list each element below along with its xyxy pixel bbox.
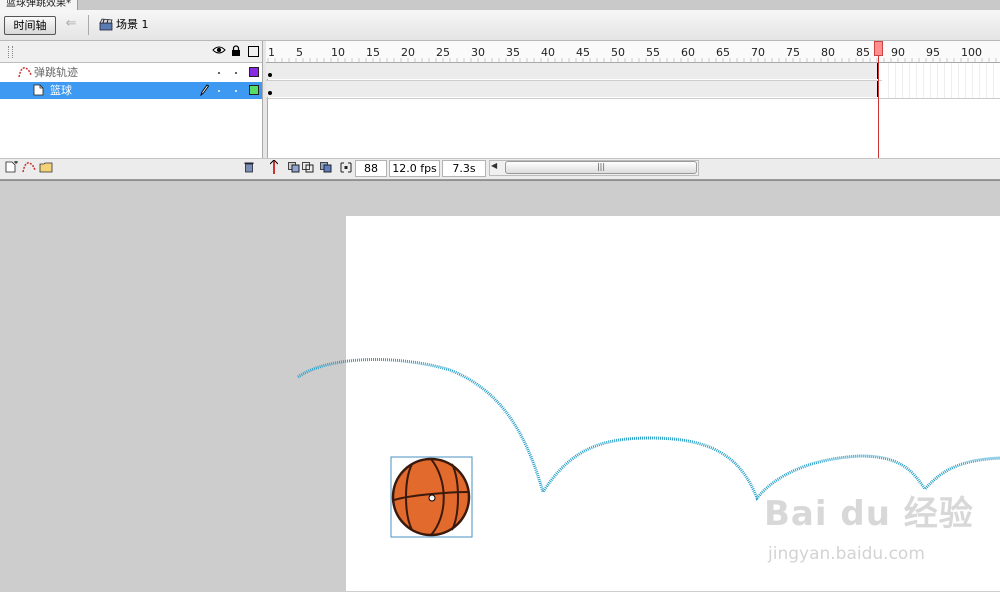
new-folder-icon[interactable] xyxy=(39,161,53,173)
onion-skin-icon[interactable] xyxy=(288,162,300,173)
layer-name[interactable]: 弹跳轨迹 xyxy=(34,65,78,80)
ruler-tick-label: 50 xyxy=(611,46,625,59)
basketball-graphic xyxy=(390,456,473,538)
playhead-marker[interactable] xyxy=(874,41,883,56)
lock-icon[interactable] xyxy=(231,45,241,57)
clapperboard-icon xyxy=(99,18,113,31)
ruler-tick-label: 20 xyxy=(401,46,415,59)
lock-dot[interactable] xyxy=(235,90,237,92)
add-motion-guide-icon[interactable] xyxy=(22,161,36,173)
ruler-tick-label: 70 xyxy=(751,46,765,59)
document-tab-bar xyxy=(0,0,1000,10)
layer-row-basketball[interactable]: 篮球 xyxy=(0,82,262,99)
ruler-tick-label: 30 xyxy=(471,46,485,59)
current-frame-display: 88 xyxy=(355,160,387,177)
ruler-tick-label: 80 xyxy=(821,46,835,59)
keyframe[interactable] xyxy=(268,73,272,77)
lock-dot[interactable] xyxy=(235,72,237,74)
layer-name[interactable]: 篮球 xyxy=(50,83,72,98)
ruler-tick-label: 5 xyxy=(296,46,303,59)
scene-breadcrumb[interactable]: 场景 1 xyxy=(116,18,149,32)
frame-ruler[interactable]: 1 5 10 15 20 25 30 35 40 45 50 55 60 65 70 75 80 85 90 95 10… xyxy=(266,41,1000,63)
ruler-tick-label: 75 xyxy=(786,46,800,59)
ruler-tick-label: 85 xyxy=(856,46,870,59)
frame-rate-display[interactable]: 12.0 fps xyxy=(389,160,440,177)
timeline-toolbar xyxy=(0,10,1000,41)
outline-toggle-icon[interactable] xyxy=(248,46,259,57)
scrollbar-thumb[interactable]: ||| xyxy=(505,161,697,174)
edit-multiple-frames-icon[interactable] xyxy=(320,162,332,173)
ruler-tick-label: 40 xyxy=(541,46,555,59)
onion-skin-outlines-icon[interactable] xyxy=(302,162,314,173)
timeline-toggle-button[interactable]: 时间轴 xyxy=(4,16,56,35)
ruler-tick-label: 25 xyxy=(436,46,450,59)
layer-page-icon xyxy=(33,84,44,96)
ruler-tick-label: 55 xyxy=(646,46,660,59)
ruler-tick-label: 100 xyxy=(961,46,982,59)
baidu-watermark-logo: Bai du 经验 xyxy=(764,494,974,534)
trash-icon[interactable] xyxy=(243,161,255,173)
toolbar-divider xyxy=(88,15,89,35)
ruler-tick-label: 35 xyxy=(506,46,520,59)
ruler-tick-label: 15 xyxy=(366,46,380,59)
baidu-watermark-url: jingyan.baidu.com xyxy=(768,544,925,564)
motion-guide-icon xyxy=(18,67,32,78)
ruler-tick-label: 10 xyxy=(331,46,345,59)
keyframe[interactable] xyxy=(268,91,272,95)
ruler-tick-label: 65 xyxy=(716,46,730,59)
document-tab[interactable]: 篮球弹跳效果* xyxy=(0,0,78,10)
pencil-icon xyxy=(200,84,209,96)
ruler-tick-label: 45 xyxy=(576,46,590,59)
elapsed-time-display: 7.3s xyxy=(442,160,486,177)
ruler-tick-label: 95 xyxy=(926,46,940,59)
ruler-tick-label: 90 xyxy=(891,46,905,59)
modify-onion-markers-icon[interactable] xyxy=(340,162,352,173)
scroll-left-arrow-icon[interactable]: ◀ xyxy=(491,161,497,170)
center-frame-icon[interactable] xyxy=(270,160,278,174)
playhead-line xyxy=(878,56,879,158)
eye-icon[interactable] xyxy=(212,45,226,55)
visibility-dot[interactable] xyxy=(218,90,220,92)
frame-grid[interactable] xyxy=(266,63,1000,99)
panel-grip-handle[interactable] xyxy=(8,46,13,58)
back-arrow-icon[interactable]: ⇐ xyxy=(62,17,80,33)
ruler-tick-label: 1 xyxy=(268,46,275,59)
layer-row-motion-guide[interactable]: 弹跳轨迹 xyxy=(0,64,262,81)
layer-color-swatch[interactable] xyxy=(249,67,259,77)
visibility-dot[interactable] xyxy=(218,72,220,74)
ruler-tick-label: 60 xyxy=(681,46,695,59)
layer-color-swatch[interactable] xyxy=(249,85,259,95)
add-layer-icon[interactable] xyxy=(5,161,19,173)
